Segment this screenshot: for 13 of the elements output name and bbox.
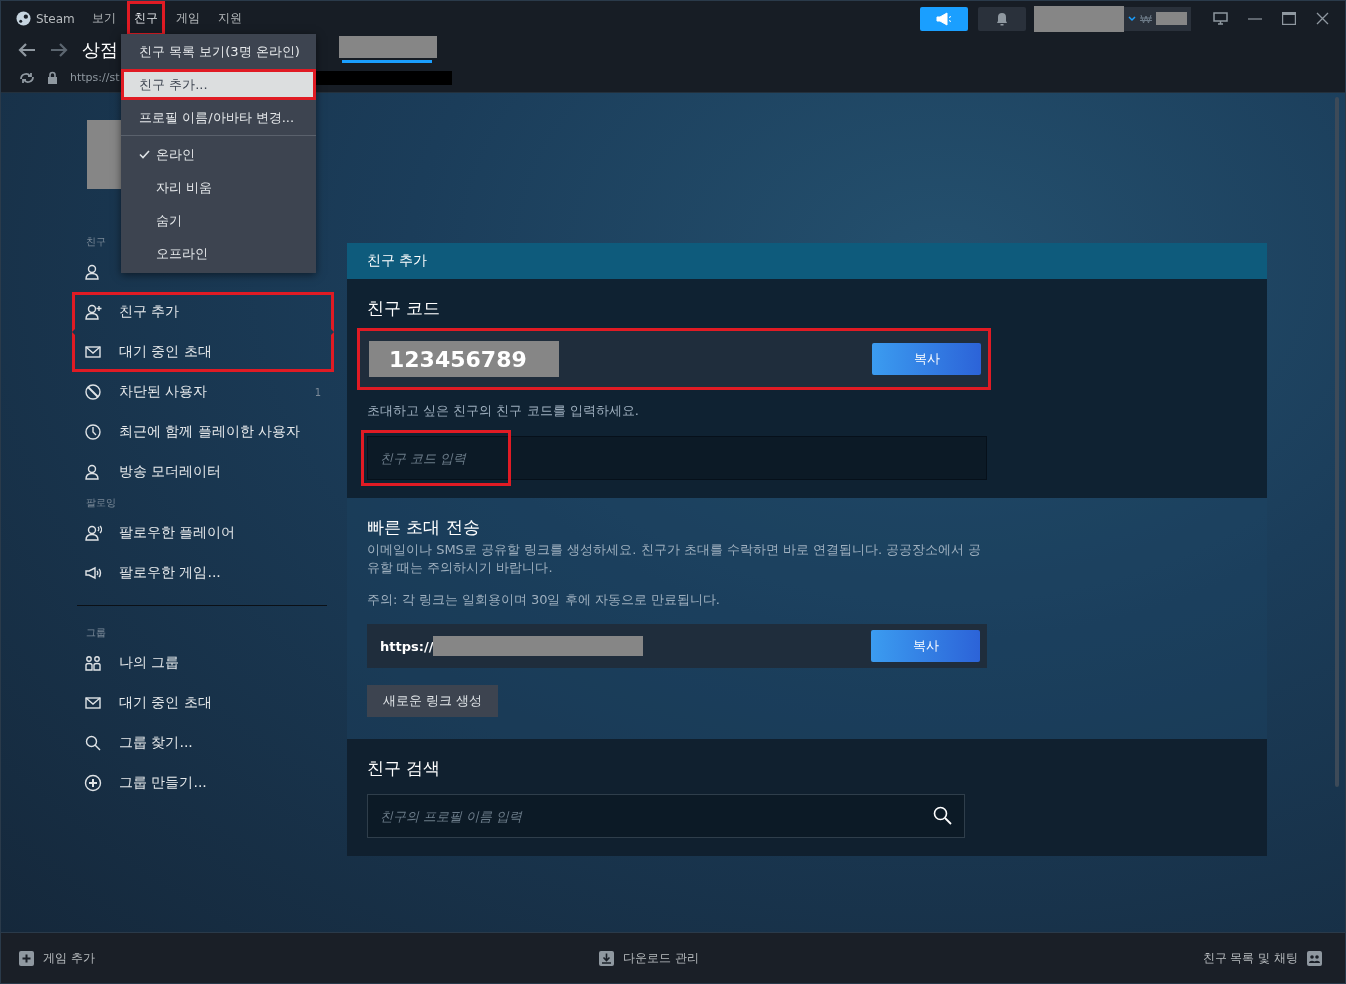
friend-code: 123456789	[369, 341, 559, 377]
section-title: 빠른 초대 전송	[367, 516, 481, 539]
hint-text: 초대하고 싶은 친구의 친구 코드를 입력하세요.	[367, 402, 640, 420]
section-title: 친구 코드	[367, 297, 442, 320]
section-heading: 그룹	[85, 626, 107, 640]
section-heading: 팔로잉	[85, 496, 117, 510]
page-title: 상점	[82, 37, 118, 62]
panel-header: 친구 추가	[347, 243, 1267, 279]
note-text: 주의: 각 링크는 일회용이며 30일 후에 자동으로 만료됩니다.	[367, 591, 721, 609]
item-count: 1	[314, 386, 321, 398]
section-heading: 친구	[85, 235, 107, 249]
description-text: 이메일이나 SMS로 공유할 링크를 생성하세요. 친구가 초대를 수락하면 바로 연결됩니다. 공공장소에서 공유할 때는 주의하시기 바랍니다.	[367, 541, 983, 577]
section-title: 친구 검색	[367, 757, 442, 780]
